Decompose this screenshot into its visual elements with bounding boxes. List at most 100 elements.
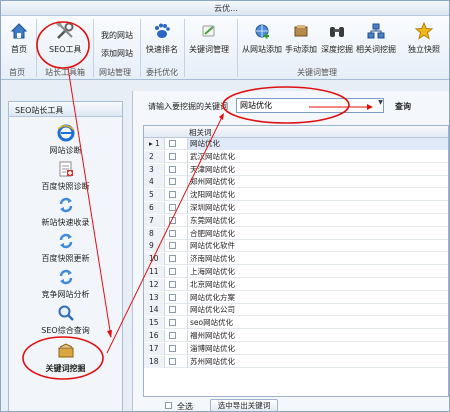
related-mine-button[interactable]: 相关词挖掘 [356,21,396,55]
group-label-home: 首页 [9,68,25,77]
binoculars-icon [327,21,347,41]
sidebar-item-label: 关键词挖掘 [45,364,86,373]
keyword-cell: 天津网站优化 [187,163,448,176]
manual-add-button[interactable]: 手动添加 [285,21,317,55]
snapshot-label: 独立快照 [408,45,440,54]
home-button[interactable]: 首页 [9,21,29,55]
row-checkbox[interactable] [169,344,176,352]
row-number: 14 [144,304,165,317]
keyword-icon [199,21,219,41]
table-row[interactable]: 2 武汉网站优化 [144,150,448,163]
table-row[interactable]: 8 合肥网站优化 [144,227,448,240]
keyword-cell: 网站优化 [187,138,448,150]
tools-icon [55,21,75,41]
table-row[interactable]: 12 北京网站优化 [144,278,448,291]
table-row[interactable]: 5 沈阳网站优化 [144,189,448,202]
row-number: 12 [144,278,165,291]
star-icon [414,21,434,41]
table-row[interactable]: 3 天津网站优化 [144,163,448,176]
row-checkbox[interactable] [169,306,176,314]
sidebar-item-competitor-analysis[interactable]: 竞争网站分析 [9,268,122,300]
seo-tools-label: SEO工具 [49,45,82,54]
footer-bar: 全选 选中导出关键词 [143,399,449,411]
chevron-down-icon[interactable]: ▼ [377,99,384,112]
keyword-manage-label: 关键词管理 [189,45,229,54]
doc-medical-icon [57,160,75,178]
row-checkbox[interactable] [169,357,176,365]
home-icon [9,21,29,41]
row-checkbox[interactable] [169,229,176,237]
row-checkbox[interactable] [169,165,176,173]
table-row[interactable]: 18 苏州网站优化 [144,355,448,368]
select-all-label[interactable]: 全选 [177,401,193,411]
group-label-toolbox: 站长工具箱 [45,68,85,77]
table-row[interactable]: 10 济南网站优化 [144,253,448,266]
magnifier-icon [57,304,75,322]
keyword-cell: 北京网站优化 [187,278,448,291]
table-row[interactable]: 13 网站优化方案 [144,291,448,304]
row-checkbox[interactable] [169,319,176,327]
keyword-cell: 网站优化软件 [187,240,448,253]
row-checkbox[interactable] [169,178,176,186]
sidebar-item-label: 百度快照诊断 [41,182,90,191]
separator [36,19,37,77]
row-checkbox[interactable] [169,204,176,211]
app-window: 云优... 首页 SEO工具 我的网站 添加网站 快速排名 关键词管理 从网站添… [0,0,450,412]
table-row[interactable]: 16 福州网站优化 [144,330,448,342]
snapshot-button[interactable]: 独立快照 [408,21,440,55]
row-checkbox[interactable] [169,216,176,224]
table-header: 相关词 [144,126,448,138]
keyword-cell: 上海网站优化 [187,266,448,278]
quick-rank-button[interactable]: 快速排名 [146,21,178,55]
keyword-cell: 网站优化方案 [187,291,448,304]
table-row[interactable]: 17 淄博网站优化 [144,342,448,355]
seo-tools-button[interactable]: SEO工具 [49,21,81,55]
row-checkbox[interactable] [169,242,176,250]
my-sites-button[interactable]: 我的网站 [101,30,133,41]
related-mine-label: 相关词挖掘 [356,45,396,54]
sidebar-item-site-diagnosis[interactable]: 网站诊断 [9,124,122,156]
row-checkbox[interactable] [169,332,176,339]
row-number: 2 [144,150,165,163]
row-checkbox[interactable] [169,191,176,199]
add-from-site-button[interactable]: 从网站添加 [242,21,282,55]
sidebar-item-snapshot-update[interactable]: 百度快照更新 [9,232,122,264]
add-site-button[interactable]: 添加网站 [101,48,133,59]
row-checkbox[interactable] [169,280,176,288]
row-number: 15 [144,317,165,330]
table-row[interactable]: 9 网站优化软件 [144,240,448,253]
row-checkbox[interactable] [169,152,176,160]
keyword-manage-button[interactable]: 关键词管理 [189,21,229,55]
title-bar: 云优... [1,1,449,16]
refresh-icon [57,232,75,250]
row-checkbox[interactable] [169,140,176,147]
table-row[interactable]: 6 深圳网站优化 [144,202,448,214]
table-row[interactable]: ▸ 1 网站优化 [144,138,448,150]
query-button[interactable]: 查询 [395,101,411,112]
table-row[interactable]: 4 郑州网站优化 [144,176,448,189]
sidebar-item-keyword-mining[interactable]: 关键词挖掘 [9,342,122,374]
row-number: 13 [144,291,165,304]
sidebar-item-fast-index[interactable]: 新站快速收录 [9,196,122,228]
sidebar-item-seo-query[interactable]: SEO综合查询 [9,304,122,336]
sidebar-item-label: 百度快照更新 [41,254,90,263]
sidebar-item-baidu-snapshot-diag[interactable]: 百度快照诊断 [9,160,122,192]
refresh-icon [57,196,75,214]
window-title: 云优... [214,4,238,13]
hand-add-icon [291,21,311,41]
table-row[interactable]: 7 东莞网站优化 [144,214,448,227]
row-checkbox[interactable] [169,255,176,263]
table-row[interactable]: 15 seo网站优化 [144,317,448,330]
row-checkbox[interactable] [169,293,176,301]
sidebar-title: SEO站长工具 [9,102,122,117]
select-all-checkbox[interactable] [165,402,172,409]
export-button[interactable]: 选中导出关键词 [210,399,278,411]
keyword-cell: 济南网站优化 [187,253,448,266]
deep-mine-button[interactable]: 深度挖掘 [321,21,353,55]
row-checkbox[interactable] [169,268,176,275]
ribbon-toolbar: 首页 SEO工具 我的网站 添加网站 快速排名 关键词管理 从网站添加 手动添加… [1,16,449,80]
table-row[interactable]: 11 上海网站优化 [144,266,448,278]
table-row[interactable]: 14 网站优化公司 [144,304,448,317]
keyword-input[interactable] [236,98,384,113]
keyword-cell: 网站优化公司 [187,304,448,317]
